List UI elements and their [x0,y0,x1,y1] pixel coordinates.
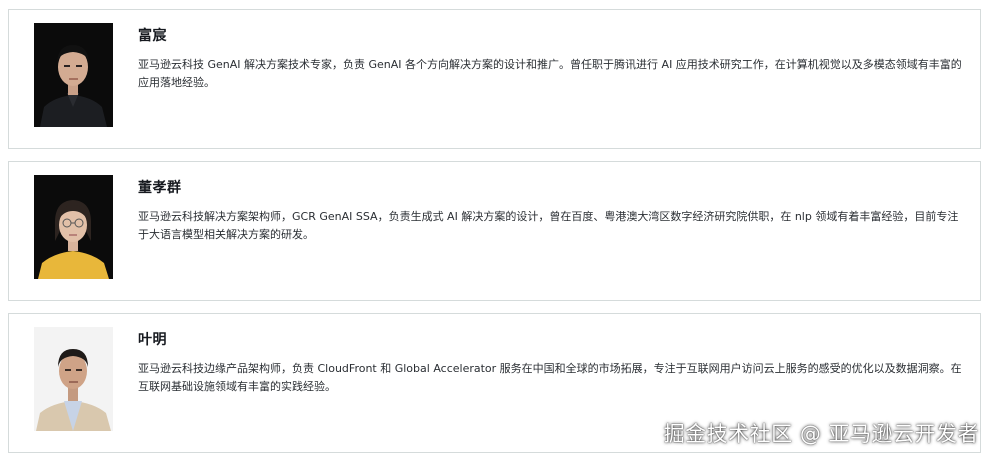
profile-bio: 亚马逊云科技 GenAI 解决方案技术专家，负责 GenAI 各个方向解决方案的… [138,58,962,89]
profile-photo [34,327,113,431]
profile-photo [34,175,113,279]
profile-card: 董孝群 亚马逊云科技解决方案架构师，GCR GenAI SSA，负责生成式 AI… [8,161,981,301]
profile-bio: 亚马逊云科技解决方案架构师，GCR GenAI SSA，负责生成式 AI 解决方… [138,210,959,241]
profile-name: 富宸 [138,28,167,44]
profile-card: 富宸 亚马逊云科技 GenAI 解决方案技术专家，负责 GenAI 各个方向解决… [8,9,981,149]
watermark-text: 掘金技术社区 @ 亚马逊云开发者 [663,422,979,446]
person-photo-icon [34,23,113,127]
person-photo-icon [34,175,113,279]
profile-bio: 亚马逊云科技边缘产品架构师，负责 CloudFront 和 Global Acc… [138,362,962,393]
profile-name: 董孝群 [138,180,182,196]
person-photo-icon [34,327,113,431]
profile-photo [34,23,113,127]
profile-name: 叶明 [138,332,167,348]
